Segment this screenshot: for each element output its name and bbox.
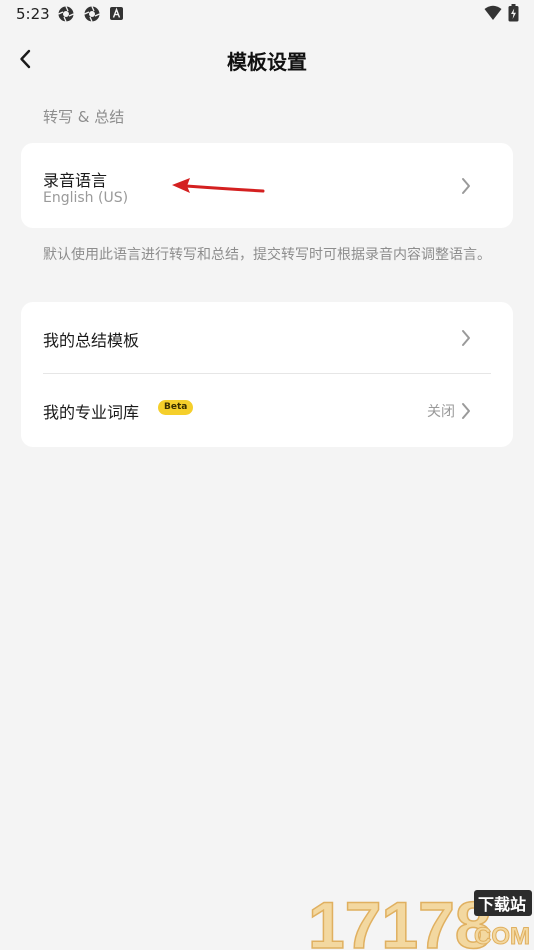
professional-vocabulary-label: 我的专业词库	[43, 403, 140, 422]
battery-icon	[508, 4, 519, 22]
annotation-arrow-icon	[172, 178, 265, 193]
watermark-logo: 17178 下载站 COM	[307, 887, 532, 950]
status-bar: 5:23	[0, 0, 534, 28]
page-title: 模板设置	[227, 50, 307, 74]
professional-vocabulary-row[interactable]: 我的专业词库 Beta 关闭	[21, 374, 513, 446]
status-time: 5:23	[16, 5, 50, 23]
chevron-right-icon	[462, 403, 470, 419]
section-label: 转写 & 总结	[43, 108, 125, 126]
chevron-right-icon	[462, 178, 470, 194]
aperture-icon	[84, 6, 100, 22]
watermark-number: 17178	[308, 888, 492, 950]
chevron-right-icon	[462, 330, 470, 346]
beta-badge: Beta	[158, 400, 194, 415]
language-description: 默认使用此语言进行转写和总结，提交转写时可根据录音内容调整语言。	[43, 247, 491, 263]
wifi-icon	[484, 5, 502, 20]
a-box-icon	[110, 7, 123, 20]
vocabulary-status: 关闭	[427, 404, 455, 420]
aperture-icon	[58, 6, 74, 22]
recording-language-title: 录音语言	[43, 171, 108, 190]
settings-list-card: 我的总结模板 我的专业词库 Beta 关闭	[21, 302, 513, 447]
summary-template-row[interactable]: 我的总结模板	[21, 302, 513, 374]
watermark-tag: 下载站	[478, 895, 526, 914]
watermark-domain: COM	[474, 923, 530, 950]
recording-language-value: English (US)	[43, 190, 129, 206]
top-app-bar: 模板设置	[0, 36, 534, 82]
summary-template-label: 我的总结模板	[43, 331, 140, 350]
